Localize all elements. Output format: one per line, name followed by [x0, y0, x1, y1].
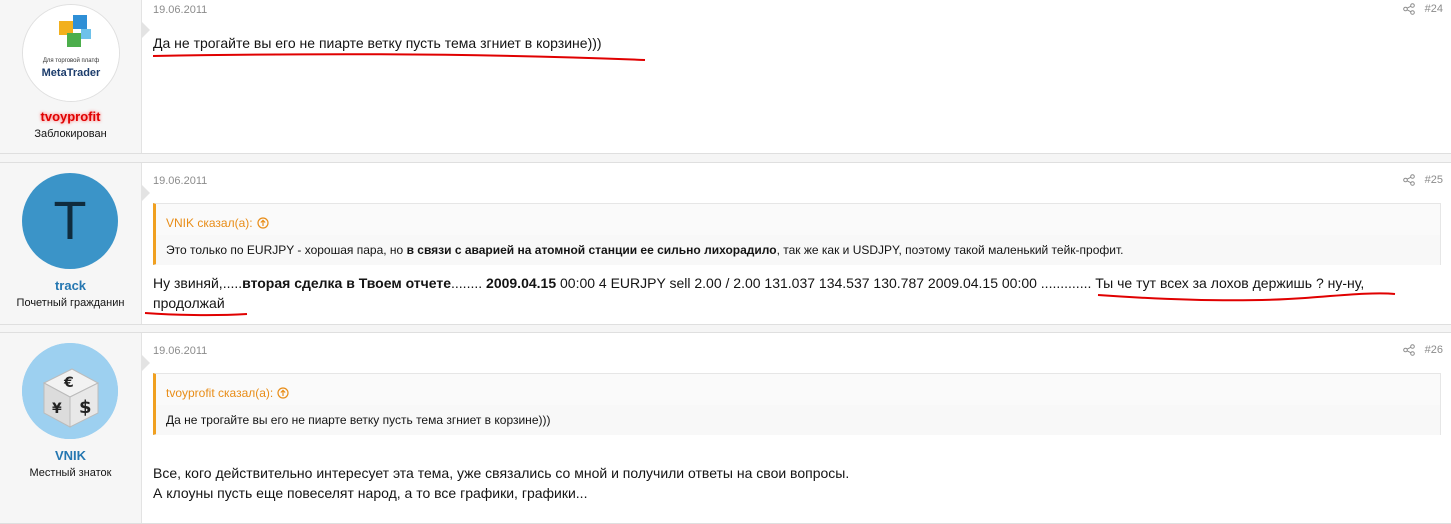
message-bold: вторая сделка в Твоем отчете	[242, 275, 452, 291]
quote-text: Да не трогайте вы его не пиарте ветку пу…	[156, 405, 1440, 435]
share-icon[interactable]	[1402, 344, 1415, 356]
user-title: Почетный гражданин	[16, 297, 125, 309]
message-bold: 2009.04.15	[486, 275, 557, 291]
username[interactable]: tvoyprofit	[0, 109, 141, 124]
post-actions: #24	[1402, 3, 1443, 15]
quote-block: tvoyprofit сказал(а): Да не трогайте вы …	[153, 373, 1441, 435]
post-actions: #26	[1402, 344, 1443, 356]
post-date[interactable]: 19.06.2011	[153, 345, 207, 357]
post-26: € ¥ $ VNIK Местный знаток 19.06.2011 #26…	[0, 332, 1451, 524]
quote-header[interactable]: tvoyprofit сказал(а):	[156, 374, 1440, 405]
message-body: Все, кого действительно интересует эта т…	[153, 463, 849, 503]
message-line: Все, кого действительно интересует эта т…	[153, 465, 850, 481]
go-to-quote-icon[interactable]	[277, 387, 289, 399]
post-date[interactable]: 19.06.2011	[153, 175, 207, 187]
quote-author[interactable]: tvoyprofit сказал(а):	[166, 386, 273, 400]
metatrader-logo-icon	[23, 5, 119, 101]
user-title: Местный знаток	[29, 467, 112, 479]
user-title: Заблокирован	[34, 128, 107, 140]
post-24: Для торговой платф MetaTrader tvoyprofit…	[0, 0, 1451, 154]
user-column: € ¥ $ VNIK Местный знаток	[0, 333, 150, 523]
svg-text:€: €	[63, 375, 74, 391]
currency-dice-icon: € ¥ $	[22, 343, 118, 439]
post-date[interactable]: 19.06.2011	[153, 4, 207, 16]
annotation-underline	[144, 312, 248, 317]
message-text: ........	[451, 275, 487, 291]
post-actions: #25	[1402, 174, 1443, 186]
quote-author[interactable]: VNIK сказал(а):	[166, 216, 253, 230]
avatar-letter: T	[53, 191, 87, 251]
user-column: T track Почетный гражданин	[0, 163, 150, 324]
go-to-quote-icon[interactable]	[256, 217, 269, 229]
quote-block: VNIK сказал(а): Это только по EURJPY - х…	[153, 203, 1441, 265]
share-icon[interactable]	[1402, 3, 1415, 15]
annotation-underline	[1097, 292, 1396, 302]
username[interactable]: track	[0, 278, 141, 293]
post-25: T track Почетный гражданин 19.06.2011 #2…	[0, 162, 1451, 325]
avatar[interactable]: € ¥ $	[22, 343, 118, 439]
username[interactable]: VNIK	[0, 448, 141, 463]
message-line: А клоуны пусть еще повеселят народ, а то…	[153, 485, 588, 501]
post-number[interactable]: #24	[1425, 3, 1443, 15]
quote-text: Это только по EURJPY - хорошая пара, но …	[156, 235, 1440, 265]
quote-text-bold: в связи с аварией на атомной станции ее …	[406, 243, 777, 257]
quote-header[interactable]: VNIK сказал(а):	[156, 204, 1440, 235]
quote-text-part: , так же как и USDJPY, поэтому такой мал…	[776, 243, 1124, 257]
quote-text-part: Это только по EURJPY - хорошая пара, но	[166, 243, 407, 257]
avatar[interactable]: T	[22, 173, 118, 269]
message-text: Ну звиняй,.....	[153, 275, 243, 291]
post-number[interactable]: #26	[1425, 344, 1443, 356]
avatar-small-text: Для торговой платф	[42, 58, 100, 64]
share-icon[interactable]	[1402, 174, 1415, 186]
annotation-underline	[152, 53, 646, 61]
avatar-brand-text: MetaTrader	[41, 67, 101, 79]
post-number[interactable]: #25	[1425, 174, 1443, 186]
svg-text:¥: ¥	[52, 401, 62, 417]
svg-text:$: $	[79, 397, 92, 418]
user-column: Для торговой платф MetaTrader tvoyprofit…	[0, 0, 150, 153]
avatar[interactable]: Для торговой платф MetaTrader	[22, 4, 120, 102]
